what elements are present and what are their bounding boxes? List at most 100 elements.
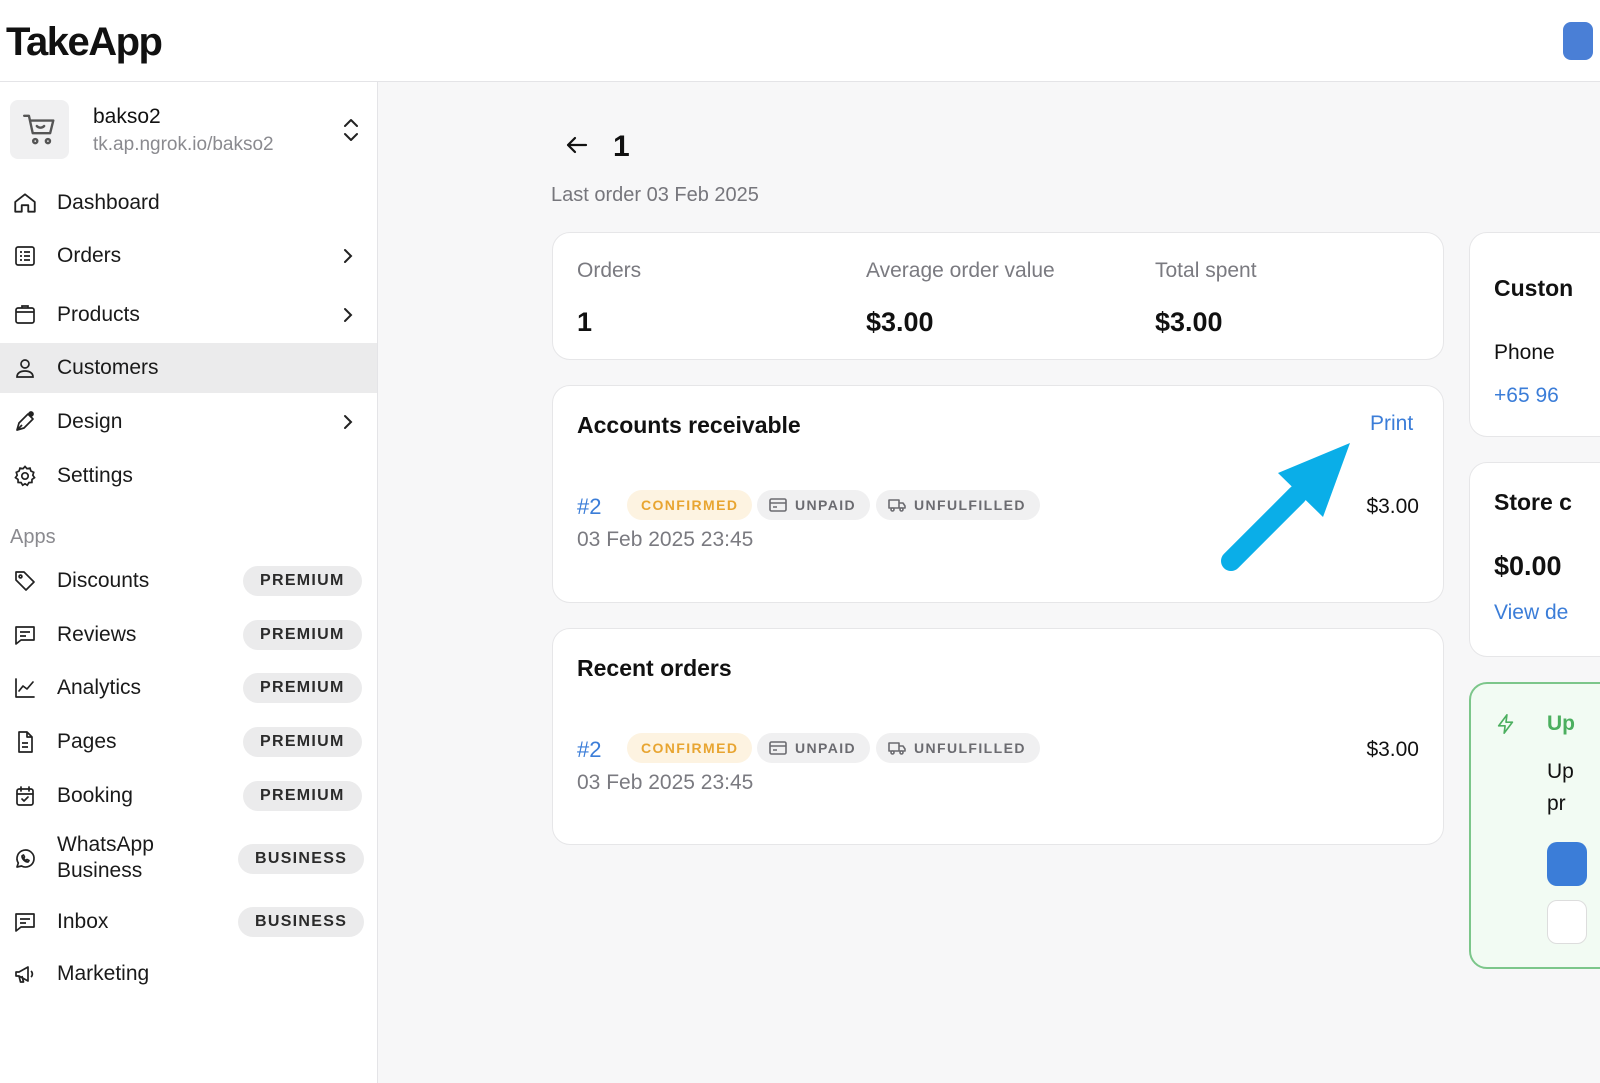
premium-badge: PREMIUM — [243, 727, 362, 757]
upgrade-button[interactable] — [1547, 842, 1587, 886]
store-url: tk.ap.ngrok.io/bakso2 — [93, 134, 274, 155]
truck-icon — [888, 499, 906, 512]
store-name: bakso2 — [93, 105, 161, 128]
premium-badge: PREMIUM — [243, 781, 362, 811]
app-reviews[interactable]: Reviews PREMIUM — [0, 610, 377, 660]
document-icon — [12, 729, 38, 755]
store-credit-card: Store c $0.00 View de — [1469, 462, 1600, 657]
status-badge-confirmed: CONFIRMED — [627, 733, 753, 763]
tag-icon — [12, 568, 38, 594]
app-inbox-label: Inbox — [57, 910, 109, 933]
box-icon — [12, 302, 38, 328]
secondary-button[interactable] — [1547, 900, 1587, 944]
order-number-link[interactable]: #2 — [577, 494, 601, 520]
app-marketing[interactable]: Marketing — [0, 949, 377, 999]
chevron-right-icon — [344, 415, 353, 429]
phone-link[interactable]: +65 96 — [1494, 384, 1559, 408]
status-badge-unpaid: UNPAID — [757, 733, 871, 763]
last-order-subtitle: Last order 03 Feb 2025 — [551, 184, 759, 206]
app-whatsapp-business[interactable]: WhatsApp Business BUSINESS — [0, 832, 377, 884]
top-right-button[interactable] — [1563, 22, 1593, 60]
customer-card-title: Custon — [1494, 275, 1574, 301]
list-icon — [12, 243, 38, 269]
app-marketing-label: Marketing — [57, 962, 150, 985]
chevron-right-icon — [344, 249, 353, 263]
nav-design[interactable]: Design — [0, 397, 377, 447]
credit-card-icon — [769, 498, 787, 512]
status-badge-confirmed: CONFIRMED — [627, 490, 753, 520]
store-credit-value: $0.00 — [1494, 551, 1562, 581]
top-bar: TakeApp — [0, 0, 1600, 82]
chevron-up-down-icon[interactable] — [340, 116, 362, 144]
nav-dashboard[interactable]: Dashboard — [0, 178, 377, 228]
truck-icon — [888, 742, 906, 755]
home-icon — [12, 190, 38, 216]
gear-icon — [12, 463, 38, 489]
back-arrow-icon[interactable] — [564, 132, 590, 158]
app-discounts[interactable]: Discounts PREMIUM — [0, 556, 377, 606]
app-logo[interactable]: TakeApp — [6, 20, 163, 65]
line-chart-icon — [12, 675, 38, 701]
upgrade-title: Up — [1547, 712, 1575, 735]
upgrade-text-line1: Up — [1547, 760, 1574, 783]
app-analytics[interactable]: Analytics PREMIUM — [0, 663, 377, 713]
status-badge-unfulfilled: UNFULFILLED — [876, 733, 1040, 763]
unpaid-label: UNPAID — [795, 740, 857, 756]
lightning-icon — [1497, 714, 1514, 734]
stats-card: Orders 1 Average order value $3.00 Total… — [552, 232, 1444, 360]
recent-orders-card: Recent orders #2 CONFIRMED UNPAID UNFULF… — [552, 628, 1444, 845]
app-inbox[interactable]: Inbox BUSINESS — [0, 897, 377, 947]
nav-products[interactable]: Products — [0, 290, 377, 340]
order-number-link[interactable]: #2 — [577, 737, 601, 763]
app-reviews-label: Reviews — [57, 623, 137, 646]
pen-icon — [12, 409, 38, 435]
chevron-right-icon — [344, 308, 353, 322]
business-badge: BUSINESS — [238, 844, 365, 874]
orders-stat-label: Orders — [577, 259, 642, 282]
message-icon — [12, 622, 38, 648]
whatsapp-icon — [12, 846, 38, 872]
upgrade-text-line2: pr — [1547, 792, 1566, 815]
app-pages-label: Pages — [57, 730, 117, 753]
nav-orders[interactable]: Orders — [0, 231, 377, 281]
status-badge-unfulfilled: UNFULFILLED — [876, 490, 1040, 520]
app-whatsapp-business-label: WhatsApp Business — [57, 832, 154, 884]
order-date: 03 Feb 2025 23:45 — [577, 528, 754, 551]
nav-products-label: Products — [57, 303, 140, 326]
unfulfilled-label: UNFULFILLED — [914, 740, 1026, 756]
premium-badge: PREMIUM — [243, 566, 362, 596]
nav-orders-label: Orders — [57, 244, 122, 267]
order-row[interactable]: #2 CONFIRMED UNPAID UNFULFILLED 03 Feb 2… — [577, 733, 1419, 803]
business-badge: BUSINESS — [238, 907, 365, 937]
accounts-receivable-title: Accounts receivable — [577, 412, 801, 438]
upgrade-card: Up Up pr — [1469, 682, 1600, 969]
main-content: 1 Last order 03 Feb 2025 Orders 1 Averag… — [379, 82, 1600, 1083]
app-whatsapp-line1: WhatsApp — [57, 833, 154, 856]
nav-settings[interactable]: Settings — [0, 451, 377, 501]
nav-customers-label: Customers — [57, 356, 159, 379]
order-amount: $3.00 — [1366, 495, 1419, 518]
unfulfilled-label: UNFULFILLED — [914, 497, 1026, 513]
premium-badge: PREMIUM — [243, 620, 362, 650]
apps-heading: Apps — [10, 526, 56, 548]
app-pages[interactable]: Pages PREMIUM — [0, 717, 377, 767]
order-amount: $3.00 — [1366, 738, 1419, 761]
print-link[interactable]: Print — [1370, 412, 1413, 436]
status-badge-unpaid: UNPAID — [757, 490, 871, 520]
megaphone-icon — [12, 961, 38, 987]
order-date: 03 Feb 2025 23:45 — [577, 771, 754, 794]
app-discounts-label: Discounts — [57, 569, 150, 592]
total-spent-label: Total spent — [1155, 259, 1257, 282]
nav-design-label: Design — [57, 410, 123, 433]
view-details-link[interactable]: View de — [1494, 601, 1568, 625]
inbox-icon — [12, 909, 38, 935]
page-title: 1 — [613, 130, 630, 163]
app-booking[interactable]: Booking PREMIUM — [0, 771, 377, 821]
nav-customers[interactable]: Customers — [0, 343, 377, 393]
credit-card-icon — [769, 741, 787, 755]
premium-badge: PREMIUM — [243, 673, 362, 703]
recent-orders-title: Recent orders — [577, 655, 732, 681]
aov-stat-value: $3.00 — [866, 307, 934, 337]
store-switcher[interactable]: bakso2 tk.ap.ngrok.io/bakso2 — [10, 100, 368, 160]
store-avatar — [10, 100, 69, 159]
